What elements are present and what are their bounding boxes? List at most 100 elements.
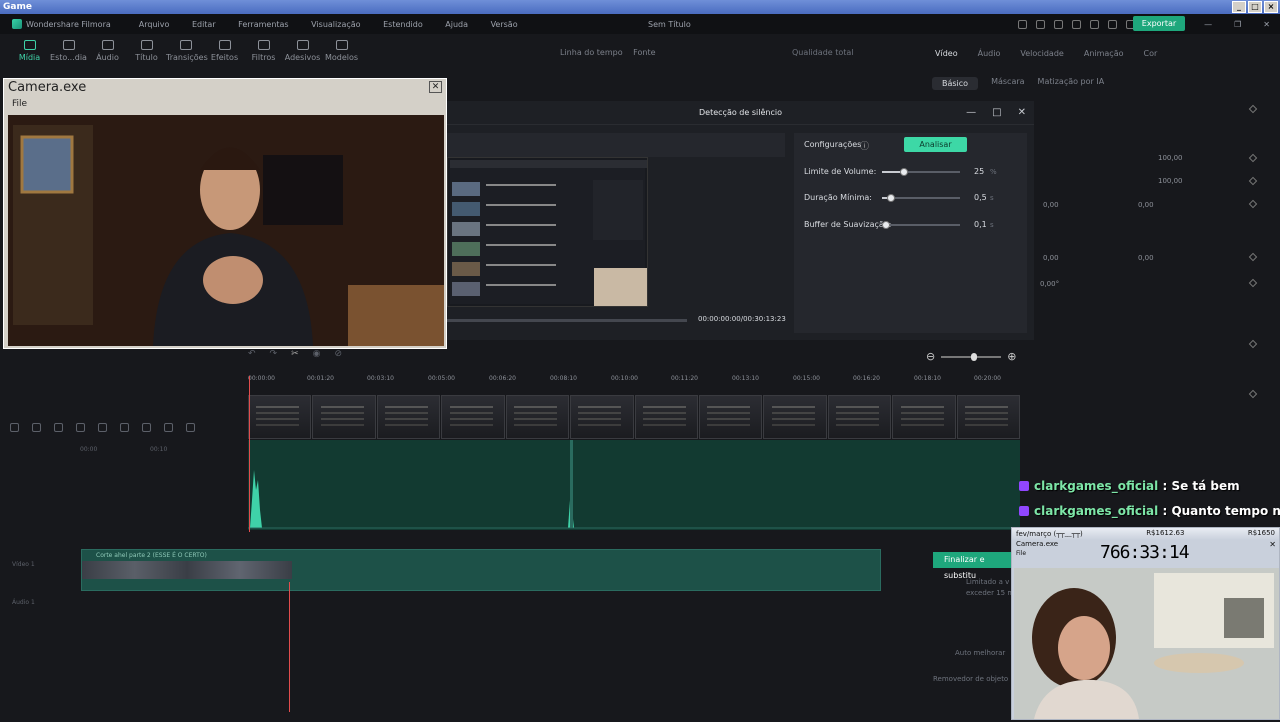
close-icon[interactable]: ✕ (1263, 20, 1270, 29)
layout-icon[interactable] (10, 423, 19, 432)
keyframe-icon[interactable] (1248, 199, 1258, 209)
undo-icon[interactable]: ↶ (248, 349, 256, 363)
anchor-x-value[interactable]: 0,00 (1043, 254, 1059, 262)
tab-fonte[interactable]: Fonte (633, 48, 655, 57)
redo-icon[interactable] (76, 423, 85, 432)
maximize-icon[interactable]: □ (992, 101, 1001, 125)
tool-filtros[interactable]: Filtros (244, 34, 283, 72)
timeline-clip[interactable]: Corte ahel parte 2 (ESSE É O CERTO) (81, 549, 881, 591)
zoom-out-icon[interactable]: ⊖ (926, 350, 935, 363)
split-icon[interactable] (120, 423, 129, 432)
scale-y-value[interactable]: 100,00 (1158, 177, 1183, 185)
preview-seekbar[interactable] (447, 319, 687, 322)
rotation-value[interactable]: 0,00° (1040, 280, 1059, 288)
analyze-button[interactable]: Analisar (904, 137, 967, 152)
store-icon[interactable] (1018, 19, 1028, 29)
zoom-knob[interactable] (971, 352, 978, 361)
keyframe-icon[interactable] (1248, 252, 1258, 262)
smoothing-buffer-slider[interactable] (881, 221, 960, 229)
undo-icon[interactable] (54, 423, 63, 432)
anchor-y-value[interactable]: 0,00 (1138, 254, 1154, 262)
minimize-icon[interactable]: — (966, 101, 976, 125)
slider-knob[interactable] (887, 194, 896, 202)
menu-estendido[interactable]: Estendido (383, 20, 423, 29)
subtab-matizacao[interactable]: Matização por IA (1038, 77, 1105, 90)
menu-ajuda[interactable]: Ajuda (445, 20, 468, 29)
menu-arquivo[interactable]: Arquivo (139, 20, 170, 29)
keyframe-icon[interactable] (1248, 278, 1258, 288)
tool-audio[interactable]: Áudio (88, 34, 127, 72)
delete-icon[interactable] (98, 423, 107, 432)
minimize-icon[interactable]: — (1204, 20, 1212, 29)
scale-x-value[interactable]: 100,00 (1158, 154, 1183, 162)
tool-midia[interactable]: Mídia (10, 34, 49, 72)
tool-estoque[interactable]: Esto...dia (49, 34, 88, 72)
zoom-in-icon[interactable]: ⊕ (1007, 350, 1016, 363)
cut-icon[interactable]: ✂ (291, 349, 299, 363)
send-icon[interactable] (1036, 19, 1046, 29)
slider-knob[interactable] (881, 221, 890, 229)
menu-editar[interactable]: Editar (192, 20, 216, 29)
min-duration-slider[interactable] (882, 194, 960, 202)
close-icon[interactable]: ✕ (1269, 540, 1276, 549)
select-icon[interactable] (32, 423, 41, 432)
smoothing-buffer-value[interactable]: 0,1 (974, 220, 987, 229)
ai-icon[interactable] (186, 423, 195, 432)
finalize-replace-button[interactable]: Finalizar e substitu (933, 552, 1013, 580)
quality-select[interactable]: Qualidade total (792, 48, 854, 57)
close-icon[interactable]: × (1264, 1, 1278, 13)
pos-x-value[interactable]: 0,00 (1043, 201, 1059, 209)
slider-knob[interactable] (899, 168, 908, 176)
camera-menu-file[interactable]: File (4, 97, 446, 111)
zoom-slider[interactable] (941, 352, 1002, 361)
keyframe-icon[interactable] (1248, 104, 1258, 114)
crop-icon[interactable] (142, 423, 151, 432)
minimize-icon[interactable]: _ (1232, 1, 1246, 13)
tab-video[interactable]: Vídeo (935, 49, 958, 58)
volume-limit-slider[interactable] (882, 168, 960, 176)
zoom-control[interactable]: ⊖ ⊕ (926, 350, 1016, 363)
tab-linha-do-tempo[interactable]: Linha do tempo (560, 48, 623, 57)
tool-transicoes[interactable]: Transições (166, 34, 208, 72)
redo-icon[interactable]: ↷ (270, 349, 278, 363)
tool-titulo[interactable]: Título (127, 34, 166, 72)
menu-ferramentas[interactable]: Ferramentas (238, 20, 288, 29)
hide-icon[interactable]: ⊘ (335, 349, 343, 363)
eye-icon[interactable]: ◉ (313, 349, 321, 363)
menu-visualizacao[interactable]: Visualização (311, 20, 360, 29)
keyframe-icon[interactable] (1248, 176, 1258, 186)
tool-adesivos[interactable]: Adesivos (283, 34, 322, 72)
maximize-icon[interactable]: □ (1248, 1, 1262, 13)
tool-modelos[interactable]: Modelos (322, 34, 361, 72)
restore-icon[interactable]: ❐ (1234, 20, 1241, 29)
keyframe-icon[interactable] (1248, 153, 1258, 163)
settings-icon[interactable] (1108, 19, 1118, 29)
keyframe-icon[interactable] (1248, 339, 1258, 349)
audio-waveform[interactable] (248, 440, 1020, 530)
min-duration-value[interactable]: 0,5 (974, 193, 987, 202)
camera-titlebar[interactable]: Camera.exe ✕ (4, 79, 446, 97)
pos-y-value[interactable]: 0,00 (1138, 201, 1154, 209)
camera-window[interactable]: Camera.exe ✕ File (3, 78, 447, 349)
tab-velocidade[interactable]: Velocidade (1020, 49, 1064, 58)
tab-animacao[interactable]: Animação (1084, 49, 1124, 58)
export-button[interactable]: Exportar (1133, 16, 1185, 31)
main-playhead[interactable] (289, 582, 290, 712)
close-icon[interactable]: ✕ (429, 81, 442, 93)
volume-limit-value[interactable]: 25 (974, 167, 984, 176)
tab-audio[interactable]: Áudio (978, 49, 1001, 58)
tool-efeitos[interactable]: Efeitos (205, 34, 244, 72)
media-icon[interactable] (1054, 19, 1064, 29)
tab-cor[interactable]: Cor (1144, 49, 1158, 58)
playhead[interactable] (249, 376, 250, 532)
subtab-mascara[interactable]: Máscara (991, 77, 1024, 90)
text-icon[interactable] (164, 423, 173, 432)
subtab-basico[interactable]: Básico (932, 77, 979, 90)
help-icon[interactable]: ⓘ (860, 139, 869, 152)
menu-versao[interactable]: Versão (491, 20, 518, 29)
cloud-icon[interactable] (1090, 19, 1100, 29)
video-frames-strip[interactable] (248, 395, 1021, 439)
keyframe-icon[interactable] (1248, 389, 1258, 399)
close-icon[interactable]: ✕ (1018, 101, 1026, 125)
layout-icon[interactable] (1072, 19, 1082, 29)
